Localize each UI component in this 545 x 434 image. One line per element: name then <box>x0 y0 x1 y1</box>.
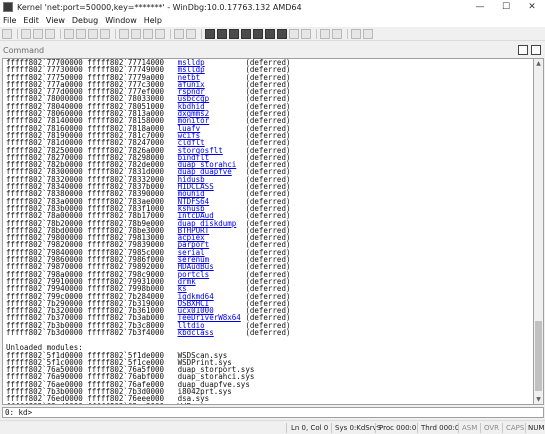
registers-window-icon[interactable] <box>241 28 251 39</box>
dock-icon[interactable] <box>518 45 528 55</box>
toolbar-separator <box>170 28 171 39</box>
insert-breakpoint-icon[interactable] <box>174 28 184 39</box>
maximize-button[interactable]: ☐ <box>493 0 519 14</box>
processes-threads-icon[interactable] <box>301 28 311 39</box>
menu-bar: File Edit View Debug Window Help <box>0 14 545 27</box>
toolbar-separator <box>60 28 61 39</box>
output-scrollbar[interactable]: ▲ ▼ <box>534 58 544 405</box>
scroll-up-icon[interactable]: ▲ <box>534 59 543 68</box>
kd-prompt: 0: kd> <box>5 408 33 417</box>
locals-window-icon[interactable] <box>229 28 239 39</box>
toolbar <box>0 27 545 41</box>
paste-icon[interactable] <box>45 28 55 39</box>
command-window-header: Command <box>0 44 545 57</box>
status-bar: Ln 0, Col 0 Sys 0:KdSrvS Proc 000:0 Thrd… <box>0 420 545 434</box>
status-separator <box>480 423 481 433</box>
window-controls: — ☐ ✕ <box>467 0 545 14</box>
menu-edit[interactable]: Edit <box>23 16 39 25</box>
run-to-cursor-icon[interactable] <box>155 28 165 39</box>
options-icon[interactable] <box>332 28 342 39</box>
break-icon[interactable] <box>100 28 110 39</box>
status-separator <box>502 423 503 433</box>
memory-window-icon[interactable] <box>253 28 263 39</box>
module-address-range: fffff802`7b3d0000 fffff802`7b3f4000 <box>6 327 178 337</box>
command-output-content: fffff802`77700000 fffff802`77714000 msll… <box>3 59 533 404</box>
status-num: NUM <box>528 424 545 432</box>
open-icon[interactable] <box>2 28 12 39</box>
status-asm: ASM <box>462 424 478 432</box>
stop-debugging-icon[interactable] <box>88 28 98 39</box>
toolbar-separator <box>17 28 18 39</box>
status-separator <box>525 423 526 433</box>
status-separator <box>331 423 332 433</box>
source-mode-icon[interactable] <box>186 28 196 39</box>
menu-view[interactable]: View <box>46 16 65 25</box>
command-window-title: Command <box>3 46 45 55</box>
scroll-down-icon[interactable]: ▼ <box>534 395 543 404</box>
status-separator <box>458 423 459 433</box>
module-line: fffff802`7b3d0000 fffff802`7b3f4000 kbdc… <box>6 327 533 337</box>
toolbar-separator <box>115 28 116 39</box>
title-bar: Kernel 'net:port=50000,key=*******' - Wi… <box>0 0 545 14</box>
status-thrd: Thrd 000:0 <box>421 424 460 432</box>
close-button[interactable]: ✕ <box>519 0 545 14</box>
scrollbar-thumb[interactable] <box>535 321 542 391</box>
close-pane-icon[interactable] <box>531 45 541 55</box>
status-separator <box>375 423 376 433</box>
windbg-app-icon <box>3 2 13 12</box>
unloaded-module-line: fffff802`63ad0000 fffff802`63ae2000 WdBo… <box>6 402 533 404</box>
font-icon[interactable] <box>351 28 361 39</box>
command-window-buttons <box>515 45 541 55</box>
status-proc: Proc 000:0 <box>379 424 417 432</box>
call-stack-window-icon[interactable] <box>265 28 275 39</box>
deferred-label: (deferred) <box>213 327 291 337</box>
toolbar-separator <box>201 28 202 39</box>
cut-icon[interactable] <box>21 28 31 39</box>
restart-icon[interactable] <box>76 28 86 39</box>
command-line: 0: kd> <box>2 407 544 418</box>
copy-icon[interactable] <box>33 28 43 39</box>
status-position: Ln 0, Col 0 <box>291 424 329 432</box>
toolbar-separator <box>347 28 348 39</box>
go-icon[interactable] <box>64 28 74 39</box>
unloaded-module-name: WdBoot.sys <box>178 402 223 404</box>
command-window-icon[interactable] <box>205 28 215 39</box>
scratch-pad-icon[interactable] <box>289 28 299 39</box>
help-icon[interactable] <box>363 28 373 39</box>
step-over-icon[interactable] <box>131 28 141 39</box>
module-link[interactable]: kbdclass <box>178 328 214 337</box>
window-title: Kernel 'net:port=50000,key=*******' - Wi… <box>17 2 302 12</box>
watch-window-icon[interactable] <box>217 28 227 39</box>
status-separator <box>286 423 287 433</box>
disassembly-window-icon[interactable] <box>277 28 287 39</box>
status-caps: CAPS <box>506 424 525 432</box>
command-input[interactable] <box>32 408 543 417</box>
command-output[interactable]: fffff802`77700000 fffff802`77714000 msll… <box>2 58 534 405</box>
menu-debug[interactable]: Debug <box>72 16 98 25</box>
toolbar-separator <box>316 28 317 39</box>
menu-file[interactable]: File <box>3 16 16 25</box>
step-into-icon[interactable] <box>119 28 129 39</box>
minimize-button[interactable]: — <box>467 0 493 14</box>
hex-mode-icon[interactable] <box>320 28 330 39</box>
status-ovr: OVR <box>484 424 500 432</box>
menu-help[interactable]: Help <box>144 16 162 25</box>
menu-window[interactable]: Window <box>105 16 137 25</box>
module-address-range: fffff802`63ad0000 fffff802`63ae2000 <box>6 402 178 404</box>
step-out-icon[interactable] <box>143 28 153 39</box>
status-separator <box>417 423 418 433</box>
